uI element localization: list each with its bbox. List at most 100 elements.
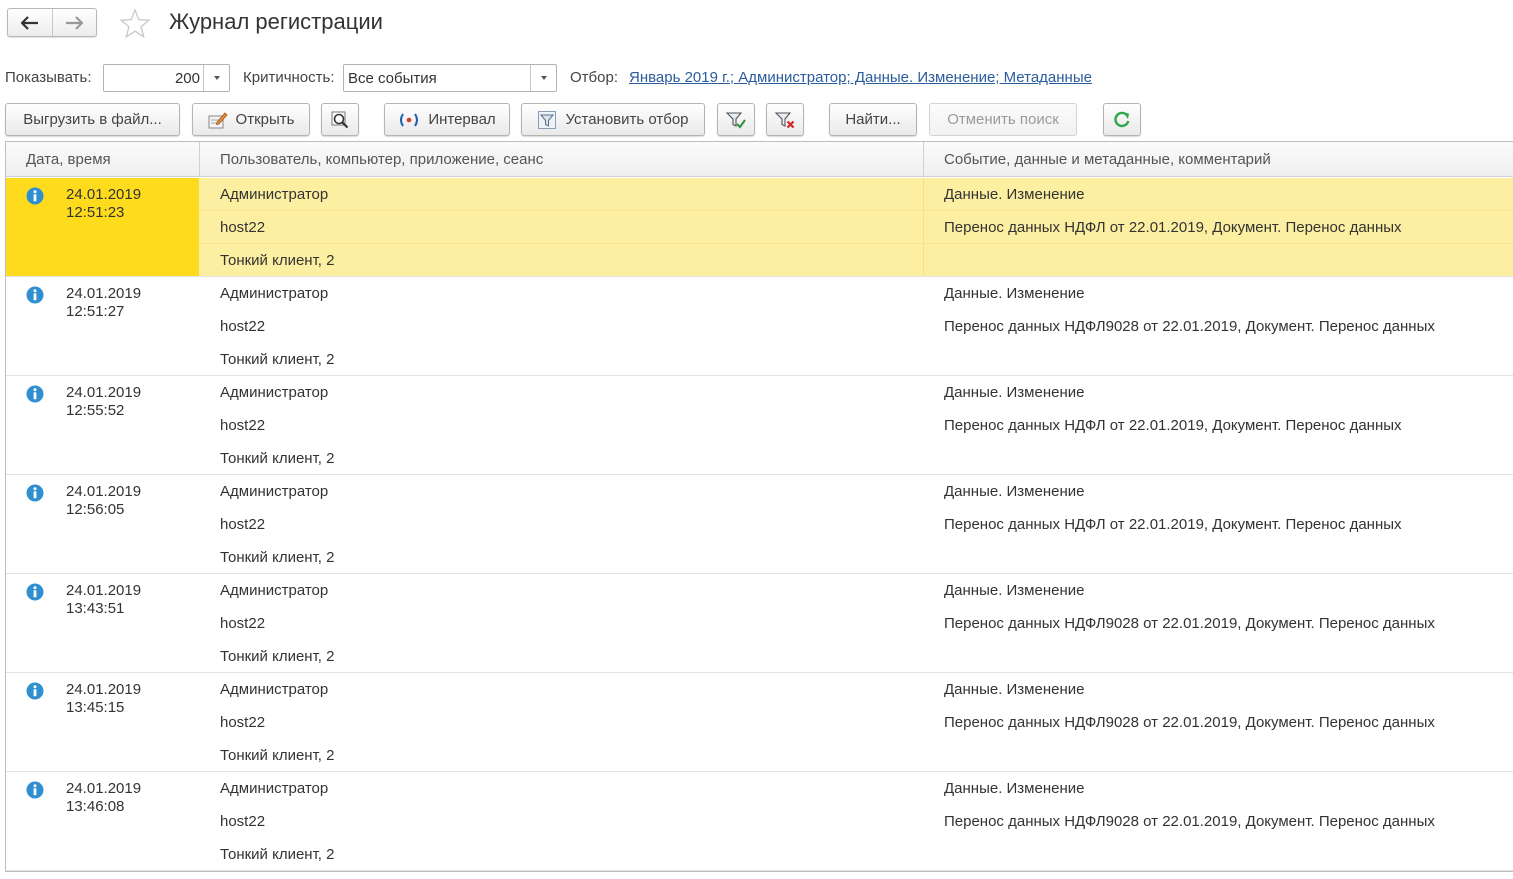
event-text: Данные. Изменение [944, 186, 1085, 203]
application-text: Тонкий клиент, 2 [220, 648, 335, 665]
date-text: 24.01.2019 [66, 582, 142, 599]
open-edit-icon [208, 111, 228, 129]
chevron-down-icon [213, 76, 220, 80]
info-icon [26, 286, 44, 304]
table-row[interactable]: 24.01.2019 13:46:08 Администратор host22… [6, 772, 1513, 871]
info-icon [26, 583, 44, 601]
arrow-left-icon [20, 15, 38, 30]
interval-button[interactable]: Интервал [384, 103, 510, 136]
set-filter-button[interactable]: Установить отбор [521, 103, 705, 136]
computer-text: host22 [220, 318, 266, 335]
time-text: 12:55:52 [66, 402, 125, 419]
user-text: Администратор [220, 582, 329, 599]
filter-apply-button[interactable] [717, 103, 755, 136]
interval-label: Интервал [428, 111, 496, 128]
date-text: 24.01.2019 [66, 384, 142, 401]
application-text: Тонкий клиент, 2 [220, 549, 335, 566]
clear-filter-button[interactable] [766, 103, 804, 136]
cancel-search-button[interactable]: Отменить поиск [929, 103, 1077, 136]
application-text: Тонкий клиент, 2 [220, 846, 335, 863]
view-details-button[interactable] [321, 103, 359, 136]
time-text: 12:56:05 [66, 501, 125, 518]
computer-text: host22 [220, 219, 266, 236]
filter-clear-icon [774, 110, 796, 130]
column-header-event[interactable]: Событие, данные и метаданные, комментари… [944, 151, 1271, 168]
time-text: 13:46:08 [66, 798, 125, 815]
date-text: 24.01.2019 [66, 780, 142, 797]
cancel-search-label: Отменить поиск [947, 111, 1059, 128]
navigation-buttons [7, 8, 97, 37]
computer-text: host22 [220, 813, 266, 830]
event-log-table: Дата, время Пользователь, компьютер, при… [5, 141, 1513, 872]
star-icon [119, 8, 151, 39]
cell-divider [199, 243, 1513, 244]
data-text: Перенос данных НДФЛ9028 от 22.01.2019, Д… [944, 615, 1435, 632]
event-text: Данные. Изменение [944, 483, 1085, 500]
table-row[interactable]: 24.01.2019 13:45:15 Администратор host22… [6, 673, 1513, 772]
application-text: Тонкий клиент, 2 [220, 252, 335, 269]
computer-text: host22 [220, 516, 266, 533]
info-icon [26, 781, 44, 799]
column-header-user[interactable]: Пользователь, компьютер, приложение, сеа… [220, 151, 543, 168]
computer-text: host22 [220, 615, 266, 632]
severity-dropdown[interactable] [530, 65, 556, 91]
open-button[interactable]: Открыть [192, 103, 310, 136]
magnifier-icon [330, 110, 350, 130]
event-text: Данные. Изменение [944, 681, 1085, 698]
table-row[interactable]: 24.01.2019 13:43:51 Администратор host22… [6, 574, 1513, 673]
time-text: 13:45:15 [66, 699, 125, 716]
back-button[interactable] [8, 9, 52, 36]
data-text: Перенос данных НДФЛ9028 от 22.01.2019, Д… [944, 714, 1435, 731]
find-button[interactable]: Найти... [829, 103, 917, 136]
chevron-down-icon [540, 76, 547, 80]
user-text: Администратор [220, 285, 329, 302]
cell-divider [199, 210, 1513, 211]
data-text: Перенос данных НДФЛ от 22.01.2019, Докум… [944, 417, 1402, 434]
application-text: Тонкий клиент, 2 [220, 747, 335, 764]
export-to-file-button[interactable]: Выгрузить в файл... [5, 103, 180, 136]
date-text: 24.01.2019 [66, 186, 142, 203]
data-text: Перенос данных НДФЛ от 22.01.2019, Докум… [944, 516, 1402, 533]
filter-label: Отбор: [570, 69, 618, 86]
info-icon [26, 385, 44, 403]
time-text: 12:51:23 [66, 204, 125, 221]
data-text: Перенос данных НДФЛ9028 от 22.01.2019, Д… [944, 318, 1435, 335]
severity-value: Все события [348, 70, 437, 87]
filter-check-icon [725, 110, 747, 130]
page-title: Журнал регистрации [169, 9, 383, 34]
date-text: 24.01.2019 [66, 681, 142, 698]
favorite-star-button[interactable] [119, 8, 151, 40]
show-count-dropdown[interactable] [203, 65, 229, 91]
interval-icon [398, 112, 420, 128]
show-count-field[interactable]: 200 [103, 64, 230, 92]
info-icon [26, 187, 44, 205]
event-text: Данные. Изменение [944, 780, 1085, 797]
data-text: Перенос данных НДФЛ от 22.01.2019, Докум… [944, 219, 1402, 236]
forward-button[interactable] [51, 9, 97, 36]
filter-settings-icon [537, 110, 557, 130]
table-row[interactable]: 24.01.2019 12:51:27 Администратор host22… [6, 277, 1513, 376]
show-count-value: 200 [174, 70, 200, 87]
refresh-icon [1112, 110, 1132, 130]
date-text: 24.01.2019 [66, 483, 142, 500]
severity-field[interactable]: Все события [343, 64, 557, 92]
user-text: Администратор [220, 186, 329, 203]
set-filter-label: Установить отбор [565, 111, 689, 128]
application-text: Тонкий клиент, 2 [220, 351, 335, 368]
table-row[interactable]: 24.01.2019 12:51:23 Администратор host22… [6, 178, 1513, 277]
find-label: Найти... [845, 111, 901, 128]
column-header-date[interactable]: Дата, время [26, 151, 111, 168]
table-header: Дата, время Пользователь, компьютер, при… [6, 142, 1513, 177]
severity-label: Критичность: [243, 69, 335, 86]
filter-link[interactable]: Январь 2019 г.; Администратор; Данные. И… [629, 69, 1092, 86]
arrow-right-icon [66, 15, 84, 30]
data-text: Перенос данных НДФЛ9028 от 22.01.2019, Д… [944, 813, 1435, 830]
column-divider [923, 178, 924, 276]
table-row[interactable]: 24.01.2019 12:56:05 Администратор host22… [6, 475, 1513, 574]
table-row[interactable]: 24.01.2019 12:55:52 Администратор host22… [6, 376, 1513, 475]
computer-text: host22 [220, 417, 266, 434]
user-text: Администратор [220, 483, 329, 500]
time-text: 13:43:51 [66, 600, 125, 617]
user-text: Администратор [220, 780, 329, 797]
refresh-button[interactable] [1103, 103, 1141, 136]
